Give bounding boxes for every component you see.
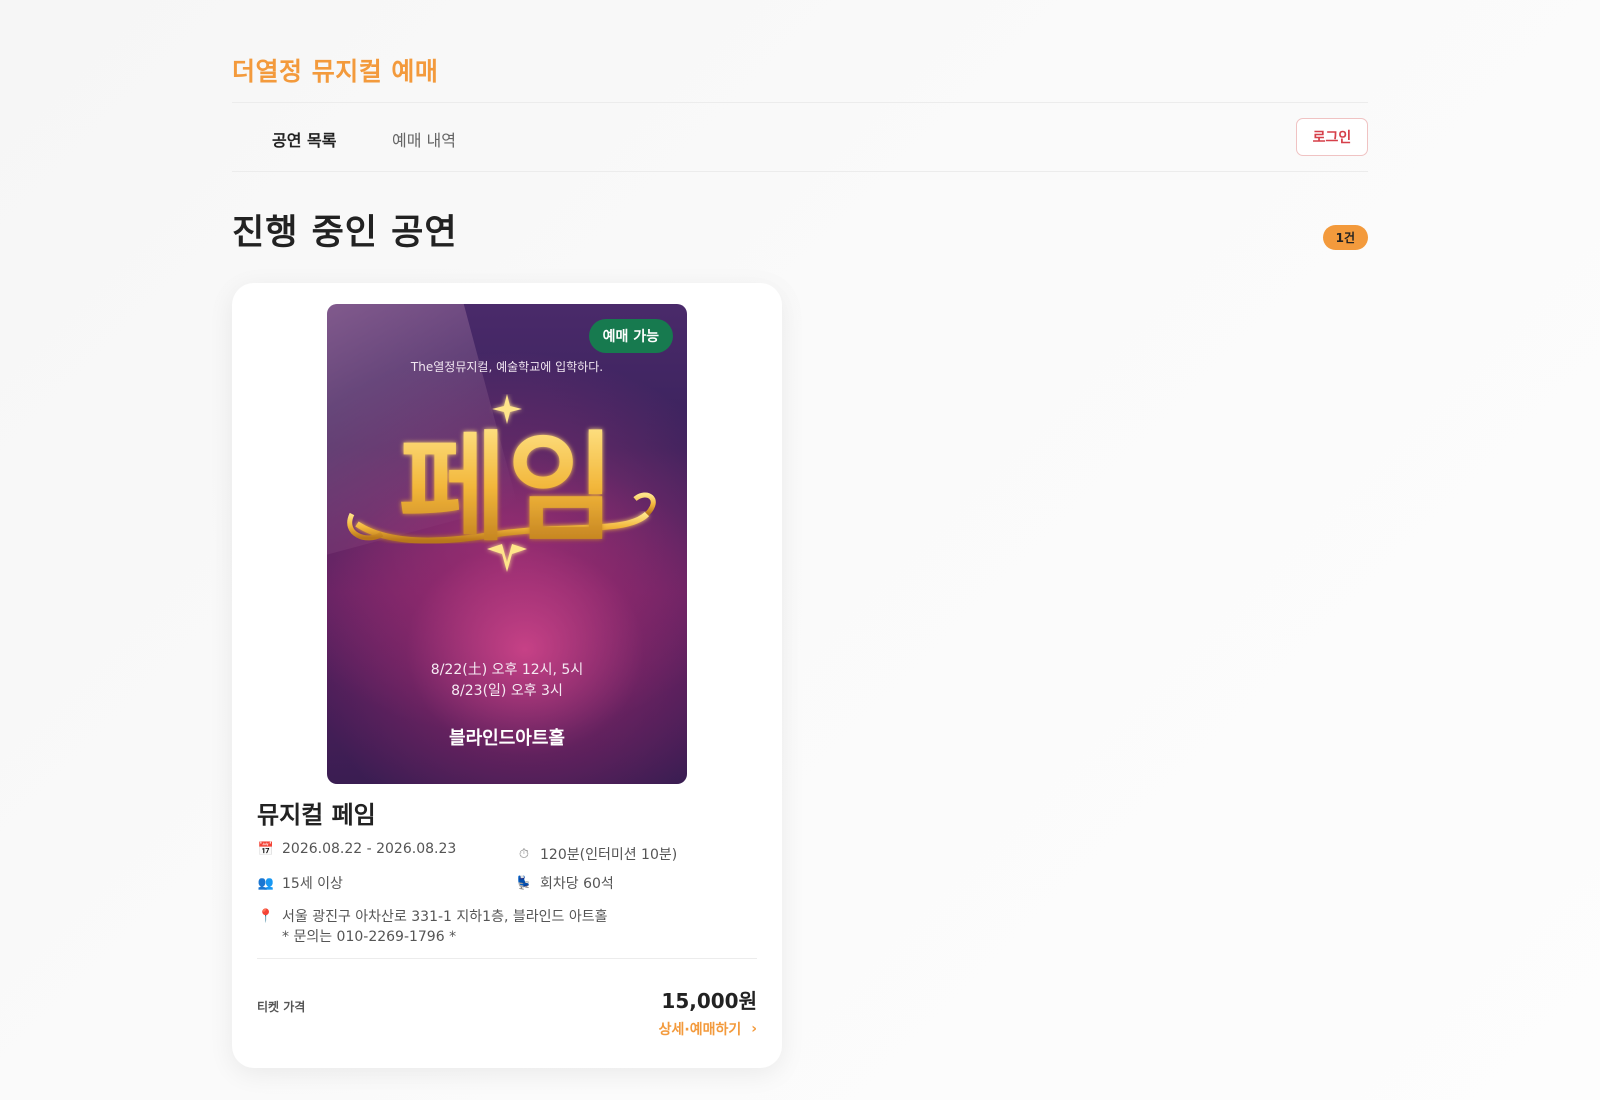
count-badge: 1건 <box>1322 225 1368 250</box>
calendar-icon: 📅 <box>257 841 275 857</box>
info-period: 📅 2026.08.22 - 2026.08.23 <box>257 841 456 857</box>
chevron-right-icon: › <box>751 1021 757 1037</box>
price-label: 티켓 가격 <box>257 1000 306 1014</box>
top-nav: 공연 목록 예매 내역 로그인 <box>232 102 1368 172</box>
poster-tagline: The열정뮤지컬, 예술학교에 입학하다. <box>410 360 604 374</box>
login-button[interactable]: 로그인 <box>1296 118 1368 156</box>
seat-icon: 💺 <box>515 875 533 891</box>
clock-icon: ⏱ <box>518 846 530 862</box>
seats-text: 회차당 60석 <box>540 876 614 892</box>
poster-venue: 블라인드아트홀 <box>449 728 565 749</box>
card-divider <box>257 958 757 959</box>
poster-dates: 8/22(土) 오후 12시, 5시 8/23(일) 오후 3시 <box>327 660 687 702</box>
people-icon: 👥 <box>257 875 275 891</box>
poster-image[interactable]: 예매 가능 The열정뮤지컬, 예술학교에 입학하다. 페임 8/22(土) 오… <box>327 304 687 784</box>
contact-text: * 문의는 010-2269-1796 * <box>282 929 457 945</box>
address-text: 서울 광진구 아차산로 331-1 지하1층, 블라인드 아트홀 <box>282 909 608 925</box>
tab-performance-list[interactable]: 공연 목록 <box>272 127 336 151</box>
location-pin-icon: 📍 <box>257 908 275 924</box>
detail-booking-link[interactable]: 상세·예매하기 › <box>659 1019 757 1039</box>
age-text: 15세 이상 <box>282 876 343 892</box>
performance-card[interactable]: 예매 가능 The열정뮤지컬, 예술학교에 입학하다. 페임 8/22(土) 오… <box>232 283 782 1068</box>
status-badge: 예매 가능 <box>588 319 673 353</box>
poster-logo-text: 페임 <box>398 418 615 557</box>
info-runtime: ⏱ 120분(인터미션 10분) <box>515 844 677 864</box>
poster-dates-line2: 8/23(일) 오후 3시 <box>451 683 563 699</box>
info-age: 👥 15세 이상 <box>257 873 343 893</box>
show-title[interactable]: 뮤지컬 페임 <box>257 795 376 830</box>
tab-booking-history[interactable]: 예매 내역 <box>392 127 456 151</box>
brand-logo[interactable]: 더열정 뮤지컬 예매 <box>232 52 438 88</box>
section-title: 진행 중인 공연 <box>232 213 458 253</box>
period-text: 2026.08.22 - 2026.08.23 <box>282 841 457 857</box>
info-seats: 💺 회차당 60석 <box>515 873 614 893</box>
detail-link-label: 상세·예매하기 <box>658 1022 742 1038</box>
runtime-text: 120분(인터미션 10분) <box>540 847 678 863</box>
poster-logo-art: 페임 <box>347 394 656 572</box>
poster-dates-line1: 8/22(土) 오후 12시, 5시 <box>430 662 584 678</box>
price-value: 15,000원 <box>661 989 757 1013</box>
info-address: 📍 서울 광진구 아차산로 331-1 지하1층, 블라인드 아트홀 <box>257 906 608 926</box>
